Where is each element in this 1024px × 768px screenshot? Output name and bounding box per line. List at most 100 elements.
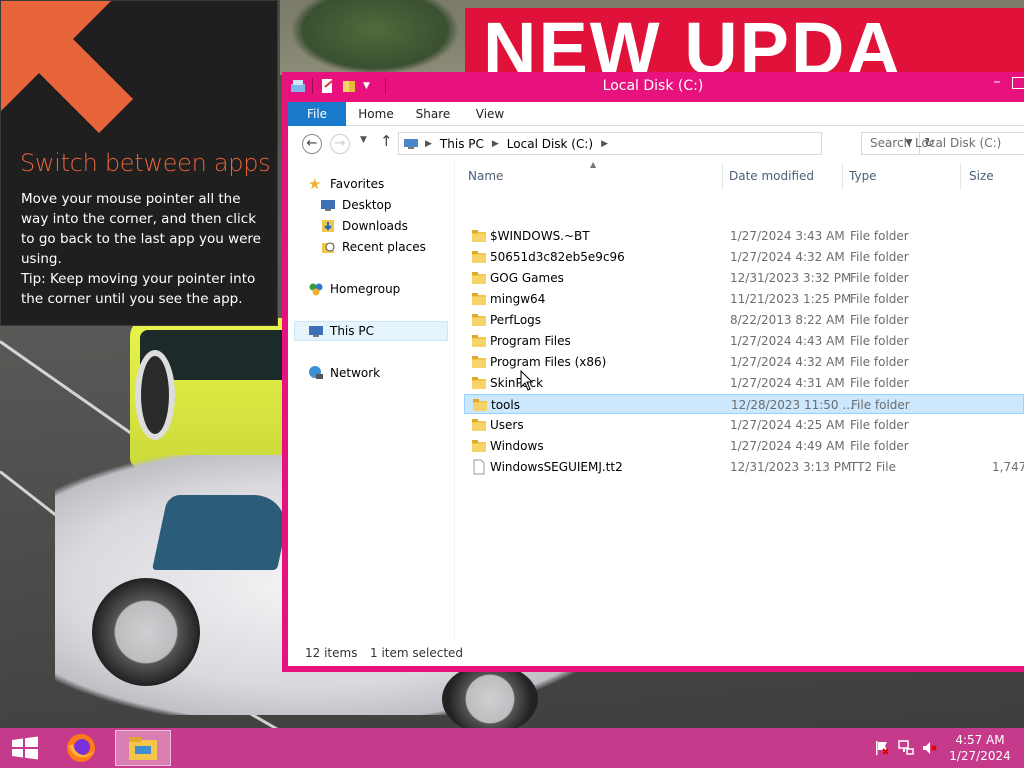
folder-icon xyxy=(472,377,486,389)
taskbar-file-explorer[interactable] xyxy=(115,730,171,766)
window-title: Local Disk (C:) xyxy=(602,78,704,94)
action-center-flag-icon[interactable] xyxy=(874,740,890,756)
nav-downloads-label: Downloads xyxy=(342,219,408,233)
maximize-button[interactable] xyxy=(1012,77,1024,89)
file-row[interactable]: Windows 1/27/2024 4:49 AM File folder xyxy=(464,436,1024,456)
file-date-modified: 8/22/2013 8:22 AM xyxy=(730,313,845,327)
file-row[interactable]: GOG Games 12/31/2023 3:32 PM File folder xyxy=(464,268,1024,288)
breadcrumb-separator[interactable]: ▶ xyxy=(492,139,499,149)
column-separator[interactable] xyxy=(960,164,961,190)
wallpaper-car-wheel xyxy=(442,664,538,734)
folder-icon xyxy=(472,293,486,305)
recent-locations-button[interactable]: ▼ xyxy=(360,135,367,145)
folder-icon xyxy=(472,356,486,368)
folder-icon xyxy=(472,419,486,431)
tab-home[interactable]: Home xyxy=(356,102,396,126)
file-date-modified: 1/27/2024 4:25 AM xyxy=(730,418,845,432)
file-type: File folder xyxy=(850,271,909,285)
address-row: ← → ▼ ↑ ▶ This PC ▶ Local Disk (C:) ▶ ▼ … xyxy=(288,126,1024,160)
file-row[interactable]: Program Files 1/27/2024 4:43 AM File folde… xyxy=(464,331,1024,351)
breadcrumb-separator[interactable]: ▶ xyxy=(425,139,432,149)
breadcrumb-local-disk[interactable]: Local Disk (C:) xyxy=(507,137,593,151)
start-button[interactable] xyxy=(10,736,40,760)
file-name: $WINDOWS.~BT xyxy=(490,229,590,243)
back-button[interactable]: ← xyxy=(302,134,322,154)
breadcrumb-this-pc[interactable]: This PC xyxy=(440,137,484,151)
column-separator[interactable] xyxy=(842,164,843,190)
file-type: File folder xyxy=(850,418,909,432)
search-input[interactable]: Search Local Disk (C:) xyxy=(861,132,1024,155)
nav-downloads[interactable]: Downloads xyxy=(320,216,480,236)
sort-ascending-icon: ▲ xyxy=(590,160,597,169)
file-date-modified: 1/27/2024 4:31 AM xyxy=(730,376,845,390)
file-row[interactable]: mingw64 11/21/2023 1:25 PM File folder xyxy=(464,289,1024,309)
tab-share[interactable]: Share xyxy=(412,102,454,126)
folder-icon xyxy=(472,335,486,347)
wallpaper-car-window xyxy=(152,495,293,570)
nav-this-pc[interactable]: This PC xyxy=(294,321,448,341)
tab-file[interactable]: File xyxy=(288,102,346,126)
firefox-icon xyxy=(67,734,95,762)
file-icon xyxy=(473,459,485,475)
volume-muted-icon[interactable] xyxy=(922,740,938,756)
file-row[interactable]: Program Files (x86) 1/27/2024 4:32 AM File… xyxy=(464,352,1024,372)
up-button[interactable]: ↑ xyxy=(380,132,393,150)
file-row[interactable]: SkinPack 1/27/2024 4:31 AM File folder xyxy=(464,373,1024,393)
nav-desktop[interactable]: Desktop xyxy=(320,195,480,215)
nav-network[interactable]: Network xyxy=(308,363,468,383)
minimize-button[interactable]: – xyxy=(982,74,1012,96)
file-type: File folder xyxy=(850,355,909,369)
file-row[interactable]: 50651d3c82eb5e9c96 1/27/2024 4:32 AM File … xyxy=(464,247,1024,267)
tip-title: Switch between apps xyxy=(20,149,271,177)
tab-view[interactable]: View xyxy=(472,102,508,126)
network-status-icon[interactable] xyxy=(898,740,914,756)
file-date-modified: 1/27/2024 3:43 AM xyxy=(730,229,845,243)
mouse-cursor-icon xyxy=(520,370,534,391)
address-bar[interactable]: ▶ This PC ▶ Local Disk (C:) ▶ ▼ ↻ xyxy=(398,132,935,155)
column-header-name[interactable]: Name xyxy=(468,164,503,188)
file-type: File folder xyxy=(850,313,909,327)
recent-places-icon xyxy=(322,242,335,253)
file-row[interactable]: Users 1/27/2024 4:25 AM File folder xyxy=(464,415,1024,435)
file-date-modified: 12/28/2023 11:50 ... xyxy=(731,398,854,412)
nav-homegroup[interactable]: Homegroup xyxy=(308,279,468,299)
file-type: TT2 File xyxy=(850,460,896,474)
pane-divider[interactable] xyxy=(454,160,455,640)
selection-count: 1 item selected xyxy=(370,646,464,660)
column-separator[interactable] xyxy=(722,164,723,190)
file-type: File folder xyxy=(850,250,909,264)
file-name: Program Files (x86) xyxy=(490,355,607,369)
breadcrumb-separator[interactable]: ▶ xyxy=(601,139,608,149)
column-header-type[interactable]: Type xyxy=(849,164,877,188)
file-date-modified: 1/27/2024 4:43 AM xyxy=(730,334,845,348)
file-type: File folder xyxy=(850,376,909,390)
nav-recent-places[interactable]: Recent places xyxy=(320,237,480,257)
tip-text: Move your mouse pointer all the way into… xyxy=(21,191,261,267)
nav-desktop-label: Desktop xyxy=(342,198,392,212)
file-size: 1,747 K xyxy=(992,460,1024,474)
file-row[interactable]: WindowsSEGUIEMJ.tt2 12/31/2023 3:13 PM TT2… xyxy=(464,457,1024,477)
file-date-modified: 1/27/2024 4:49 AM xyxy=(730,439,845,453)
file-type: File folder xyxy=(851,398,910,412)
file-row[interactable]: $WINDOWS.~BT 1/27/2024 3:43 AM File folder xyxy=(464,226,1024,246)
file-name: Windows xyxy=(490,439,544,453)
file-name: Users xyxy=(490,418,524,432)
file-row[interactable]: PerfLogs 8/22/2013 8:22 AM File folder xyxy=(464,310,1024,330)
file-date-modified: 1/27/2024 4:32 AM xyxy=(730,250,845,264)
nav-favorites[interactable]: ★ Favorites xyxy=(308,174,468,194)
file-row[interactable]: tools 12/28/2023 11:50 ... File folder xyxy=(464,394,1024,414)
desktop-icon xyxy=(321,200,335,211)
forward-button[interactable]: → xyxy=(330,134,350,154)
column-header-date-modified[interactable]: Date modified xyxy=(729,164,814,188)
column-header-size[interactable]: Size xyxy=(969,164,994,188)
title-bar[interactable]: ▼ Local Disk (C:) – xyxy=(282,72,1024,102)
corner-arrow-icon xyxy=(1,1,133,133)
system-clock[interactable]: 4:57 AM 1/27/2024 xyxy=(940,732,1020,764)
taskbar-firefox[interactable] xyxy=(53,730,109,766)
tip-hint: Tip: Keep moving your pointer into the c… xyxy=(21,271,256,307)
explorer-client: File Home Share View ← → ▼ ↑ ▶ This PC ▶… xyxy=(288,102,1024,666)
file-type: File folder xyxy=(850,229,909,243)
wallpaper-bus-wheel xyxy=(135,350,175,440)
file-name: GOG Games xyxy=(490,271,564,285)
wallpaper-car-wheel xyxy=(92,578,200,686)
